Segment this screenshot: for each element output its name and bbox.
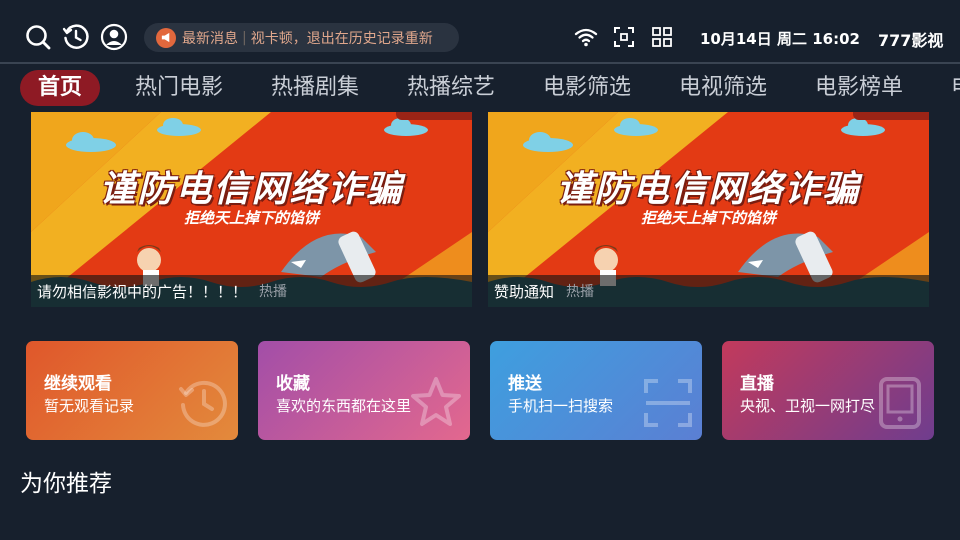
card-title: 收藏 (276, 374, 310, 394)
banner-card[interactable]: 谨防电信网络诈骗 拒绝天上掉下的馅饼 赞助通知 热播 (488, 112, 929, 307)
tab-next-partial[interactable]: 电 (951, 70, 960, 106)
header-divider (0, 62, 960, 64)
search-icon[interactable] (24, 23, 52, 51)
corner-tag (853, 112, 929, 120)
tab-tv-filter[interactable]: 电视筛选 (679, 70, 767, 106)
ticker-text: 视卡顿，退出在历史记录重新 (250, 30, 433, 47)
user-icon[interactable] (100, 23, 128, 51)
banner-tag: 热播 (259, 284, 288, 300)
push-card[interactable]: 推送 手机扫一扫搜索 (490, 341, 702, 440)
banner-card[interactable]: 谨防电信网络诈骗 拒绝天上掉下的馅饼 请勿相信影视中的广告！！！！ 热播 (31, 112, 472, 307)
history-icon[interactable] (62, 23, 90, 51)
news-ticker[interactable]: 最新消息 | 视卡顿，退出在历史记录重新 (144, 23, 459, 52)
card-title: 继续观看 (44, 374, 112, 394)
top-bar: 最新消息 | 视卡顿，退出在历史记录重新 10月14日 周二 16:02 777… (0, 0, 960, 62)
scan-icon (640, 375, 696, 431)
banner-headline: 谨防电信网络诈骗 (99, 169, 404, 210)
banner-caption-bar: 赞助通知 热播 (488, 275, 929, 307)
banner-caption: 赞助通知 (494, 282, 555, 301)
tab-hot-movies[interactable]: 热门电影 (135, 70, 223, 106)
history-icon (176, 375, 232, 431)
apps-icon[interactable] (650, 25, 674, 49)
tab-hot-variety[interactable]: 热播综艺 (407, 70, 495, 106)
corner-tag (396, 112, 472, 120)
live-card[interactable]: 直播 央视、卫视一网打尽 (722, 341, 934, 440)
continue-watching-card[interactable]: 继续观看 暂无观看记录 (26, 341, 238, 440)
banner-caption: 请勿相信影视中的广告！！！！ (37, 282, 248, 301)
star-icon (408, 375, 464, 431)
banner-tag: 热播 (566, 284, 595, 300)
category-nav: 首页 热门电影 热播剧集 热播综艺 电影筛选 电视筛选 电影榜单 电 (0, 70, 960, 108)
datetime: 10月14日 周二 16:02 (700, 30, 860, 48)
card-subtitle: 手机扫一扫搜索 (508, 397, 614, 415)
card-title: 直播 (740, 374, 774, 394)
card-subtitle: 央视、卫视一网打尽 (740, 397, 876, 415)
tab-movie-filter[interactable]: 电影筛选 (543, 70, 631, 106)
banner-subhead: 拒绝天上掉下的馅饼 (183, 209, 319, 227)
card-subtitle: 暂无观看记录 (44, 397, 135, 415)
tab-movie-ranking[interactable]: 电影榜单 (815, 70, 903, 106)
banner-headline: 谨防电信网络诈骗 (556, 169, 861, 210)
megaphone-icon (156, 27, 176, 48)
scan-icon[interactable] (612, 25, 636, 49)
favorites-card[interactable]: 收藏 喜欢的东西都在这里 (258, 341, 470, 440)
card-subtitle: 喜欢的东西都在这里 (276, 397, 412, 415)
banner-caption-bar: 请勿相信影视中的广告！！！！ 热播 (31, 275, 472, 307)
section-title: 为你推荐 (20, 471, 112, 497)
tab-hot-series[interactable]: 热播剧集 (271, 70, 359, 106)
tab-home[interactable]: 首页 (20, 70, 101, 106)
brand-name: 777影视 (878, 31, 944, 50)
card-title: 推送 (508, 374, 542, 394)
tablet-icon (872, 375, 928, 431)
ticker-label: 最新消息 (182, 30, 238, 47)
banner-subhead: 拒绝天上掉下的馅饼 (640, 209, 776, 227)
ticker-separator: | (242, 29, 247, 46)
wifi-icon (574, 25, 598, 49)
